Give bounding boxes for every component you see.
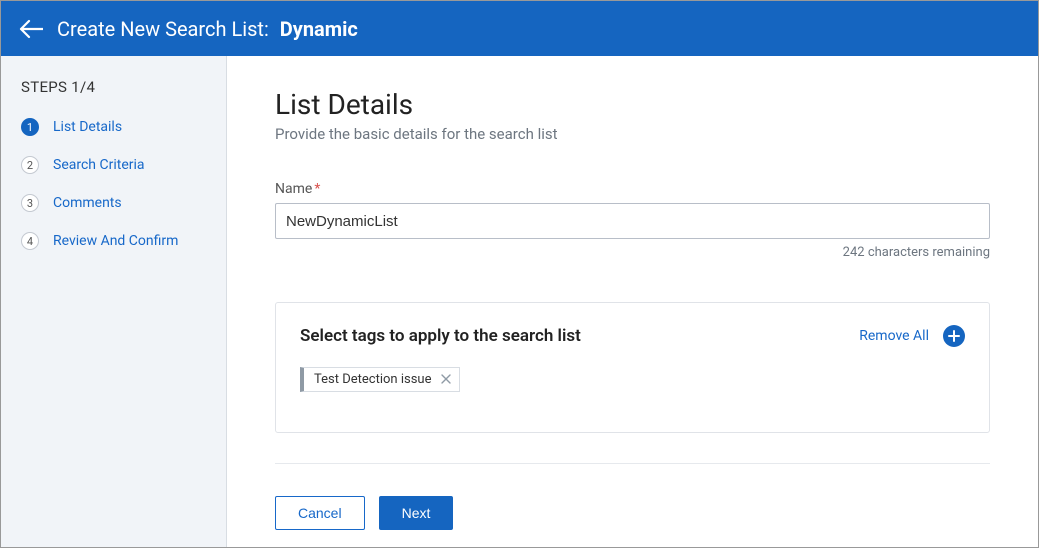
back-arrow-icon[interactable] <box>19 19 43 39</box>
step-number: 1 <box>21 118 39 136</box>
required-asterisk: * <box>314 181 320 197</box>
tags-section: Select tags to apply to the search list … <box>275 302 990 433</box>
char-remaining-text: 242 characters remaining <box>275 245 990 260</box>
plus-icon <box>948 330 960 342</box>
step-list-details[interactable]: 1 List Details <box>21 118 206 136</box>
step-number: 3 <box>21 194 39 212</box>
tag-remove-button[interactable] <box>441 373 451 387</box>
header-title-type: Dynamic <box>280 17 358 41</box>
main-content: List Details Provide the basic details f… <box>227 56 1038 547</box>
next-button[interactable]: Next <box>379 496 454 530</box>
footer-divider <box>275 463 990 464</box>
step-number: 4 <box>21 232 39 250</box>
steps-counter: STEPS 1/4 <box>21 78 206 96</box>
step-search-criteria[interactable]: 2 Search Criteria <box>21 156 206 174</box>
tags-title: Select tags to apply to the search list <box>300 326 581 346</box>
header-title: Create New Search List: Dynamic <box>57 17 358 41</box>
steps-sidebar: STEPS 1/4 1 List Details 2 Search Criter… <box>1 56 227 547</box>
tag-chip: Test Detection issue <box>300 367 460 392</box>
step-label: Review And Confirm <box>53 233 178 249</box>
page-header: Create New Search List: Dynamic <box>1 1 1038 56</box>
name-label-text: Name <box>275 181 312 197</box>
add-tag-button[interactable] <box>943 325 965 347</box>
step-label: List Details <box>53 119 122 135</box>
step-comments[interactable]: 3 Comments <box>21 194 206 212</box>
remove-all-link[interactable]: Remove All <box>859 328 929 344</box>
step-label: Comments <box>53 195 122 211</box>
header-title-prefix: Create New Search List: <box>57 17 269 41</box>
step-label: Search Criteria <box>53 157 145 173</box>
close-icon <box>441 374 451 384</box>
step-number: 2 <box>21 156 39 174</box>
tag-label: Test Detection issue <box>314 372 431 387</box>
page-subtitle: Provide the basic details for the search… <box>275 125 990 143</box>
cancel-button[interactable]: Cancel <box>275 496 365 530</box>
name-input[interactable] <box>275 203 990 239</box>
footer-actions: Cancel Next <box>275 496 990 530</box>
name-field-label: Name* <box>275 181 990 197</box>
step-review-confirm[interactable]: 4 Review And Confirm <box>21 232 206 250</box>
page-title: List Details <box>275 88 990 121</box>
